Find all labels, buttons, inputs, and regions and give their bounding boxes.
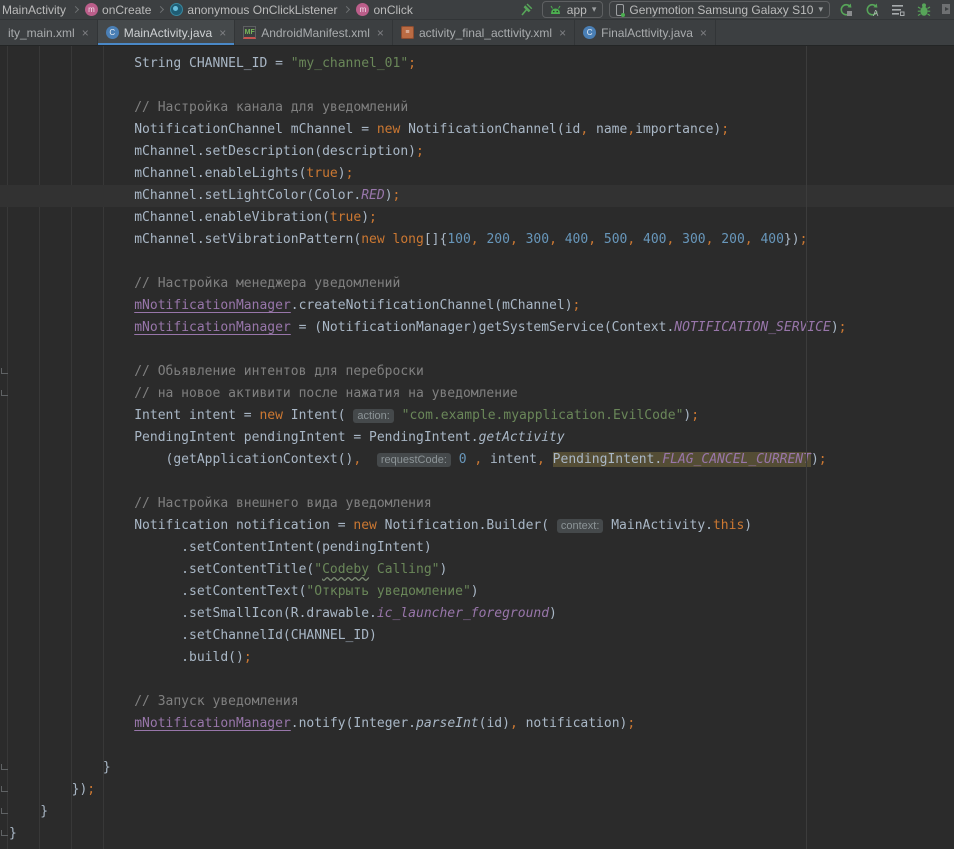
run-tasks-list-icon[interactable] (888, 1, 908, 19)
tab-label: AndroidManifest.xml (261, 26, 370, 40)
breadcrumb-separator-icon (72, 6, 79, 13)
breadcrumb-label: onCreate (102, 3, 151, 17)
tab-label: ity_main.xml (8, 26, 75, 40)
fold-marker-icon[interactable] (1, 764, 8, 770)
code-line[interactable]: .setChannelId(CHANNEL_ID) (9, 625, 954, 647)
editor-tab-bar: ity_main.xml × C MainActivity.java × MF Androi… (0, 20, 954, 46)
code-line[interactable]: mNotificationManager.notify(Integer.pars… (9, 713, 954, 735)
editor-tab[interactable]: MF AndroidManifest.xml × (235, 20, 393, 45)
breadcrumb-item[interactable]: anonymous OnClickListener (170, 3, 337, 17)
editor-tab[interactable]: ity_main.xml × (0, 20, 98, 45)
run-configuration-select[interactable]: app ▾ (542, 1, 604, 18)
code-line[interactable]: // Настройка внешнего вида уведомления (9, 493, 954, 515)
phone-icon (616, 4, 624, 16)
tab-close-icon[interactable]: × (219, 26, 226, 40)
code-line[interactable] (9, 735, 954, 757)
chevron-down-icon: ▾ (818, 4, 823, 15)
code-line[interactable]: NotificationChannel mChannel = new Notif… (9, 119, 954, 141)
code-line[interactable]: } (9, 801, 954, 823)
debug-bug-icon[interactable] (914, 1, 934, 19)
tab-label: activity_final_acttivity.xml (419, 26, 552, 40)
code-line[interactable]: .setContentTitle("Codeby Calling") (9, 559, 954, 581)
breadcrumb-item[interactable]: MainActivity (2, 3, 66, 17)
code-line[interactable]: Notification notification = new Notifica… (9, 515, 954, 537)
code-line[interactable]: mChannel.setDescription(description); (9, 141, 954, 163)
editor-tab[interactable]: ≡ activity_final_acttivity.xml × (393, 20, 575, 45)
method-icon: m (85, 3, 98, 16)
code-line[interactable]: .setContentText("Открыть уведомление") (9, 581, 954, 603)
class-file-icon: C (583, 26, 596, 39)
code-area[interactable]: String CHANNEL_ID = "my_channel_01"; // … (0, 46, 954, 845)
clipped-toolbar-icon[interactable] (940, 1, 950, 19)
hard-wrap-guide (806, 46, 807, 849)
editor-tab[interactable]: C FinalActtivity.java × (575, 20, 716, 45)
code-editor[interactable]: String CHANNEL_ID = "my_channel_01"; // … (0, 46, 954, 849)
breadcrumb-label: anonymous OnClickListener (187, 3, 337, 17)
fold-marker-icon[interactable] (1, 368, 8, 374)
tab-close-icon[interactable]: × (700, 26, 707, 40)
svg-text:A: A (873, 9, 879, 18)
breadcrumb: MainActivity m onCreate anonymous OnClickLi… (2, 3, 413, 17)
android-icon (549, 4, 562, 15)
fold-marker-icon[interactable] (1, 830, 8, 836)
breadcrumb-label: onClick (373, 3, 412, 17)
main-toolbar: MainActivity m onCreate anonymous OnClickLi… (0, 0, 954, 20)
editor-tab[interactable]: C MainActivity.java × (98, 20, 236, 45)
tab-close-icon[interactable]: × (377, 26, 384, 40)
method-icon: m (356, 3, 369, 16)
code-line[interactable]: } (9, 823, 954, 845)
code-line[interactable]: .build(); (9, 647, 954, 669)
device-select[interactable]: Genymotion Samsung Galaxy S10 ▾ (609, 1, 830, 18)
code-line[interactable] (9, 471, 954, 493)
fold-marker-icon[interactable] (1, 808, 8, 814)
code-line[interactable]: mChannel.setVibrationPattern(new long[]{… (9, 229, 954, 251)
code-line[interactable]: mNotificationManager.createNotificationC… (9, 295, 954, 317)
code-line[interactable]: // Запуск уведомления (9, 691, 954, 713)
code-line[interactable]: // Обьявление интентов для переброски (9, 361, 954, 383)
code-line[interactable]: .setContentIntent(pendingIntent) (9, 537, 954, 559)
tab-close-icon[interactable]: × (82, 26, 89, 40)
code-line[interactable]: (getApplicationContext(), requestCode: 0… (9, 449, 954, 471)
tab-label: MainActivity.java (124, 26, 212, 40)
anonymous-class-icon (170, 3, 183, 16)
code-line[interactable] (9, 339, 954, 361)
apply-code-changes-icon[interactable]: A (862, 1, 882, 19)
code-line[interactable]: mChannel.setLightColor(Color.RED); (0, 185, 954, 207)
breadcrumb-separator-icon (343, 6, 350, 13)
code-line[interactable]: Intent intent = new Intent( action: "com… (9, 405, 954, 427)
device-label: Genymotion Samsung Galaxy S10 (629, 3, 813, 17)
class-file-icon: C (106, 26, 119, 39)
code-line[interactable]: } (9, 757, 954, 779)
chevron-down-icon: ▾ (592, 4, 597, 15)
code-line[interactable]: String CHANNEL_ID = "my_channel_01"; (9, 53, 954, 75)
breadcrumb-separator-icon (157, 6, 164, 13)
code-line[interactable]: PendingIntent pendingIntent = PendingInt… (9, 427, 954, 449)
fold-marker-icon[interactable] (1, 786, 8, 792)
breadcrumb-item[interactable]: m onClick (356, 3, 412, 17)
tab-label: FinalActtivity.java (601, 26, 693, 40)
toolbar-actions: app ▾ Genymotion Samsung Galaxy S10 ▾ (516, 1, 950, 19)
tab-close-icon[interactable]: × (559, 26, 566, 40)
code-line[interactable]: // Настройка канала для уведомлений (9, 97, 954, 119)
code-line[interactable]: // Настройка менеджера уведомлений (9, 273, 954, 295)
layout-file-icon: ≡ (401, 26, 414, 39)
code-line[interactable]: }); (9, 779, 954, 801)
build-hammer-icon[interactable] (516, 1, 536, 19)
breadcrumb-label: MainActivity (2, 3, 66, 17)
code-line[interactable]: mNotificationManager = (NotificationMana… (9, 317, 954, 339)
ide-window: MainActivity m onCreate anonymous OnClickLi… (0, 0, 954, 849)
code-line[interactable]: mChannel.enableVibration(true); (9, 207, 954, 229)
rerun-button-icon[interactable] (836, 1, 856, 19)
breadcrumb-item[interactable]: m onCreate (85, 3, 151, 17)
code-line[interactable] (9, 251, 954, 273)
fold-marker-icon[interactable] (1, 390, 8, 396)
code-line[interactable] (9, 669, 954, 691)
run-configuration-label: app (567, 3, 587, 17)
code-line[interactable] (9, 75, 954, 97)
code-line[interactable]: mChannel.enableLights(true); (9, 163, 954, 185)
code-line[interactable]: // на новое активити после нажатия на ув… (9, 383, 954, 405)
code-line[interactable]: .setSmallIcon(R.drawable.ic_launcher_for… (9, 603, 954, 625)
manifest-file-icon: MF (243, 26, 256, 39)
